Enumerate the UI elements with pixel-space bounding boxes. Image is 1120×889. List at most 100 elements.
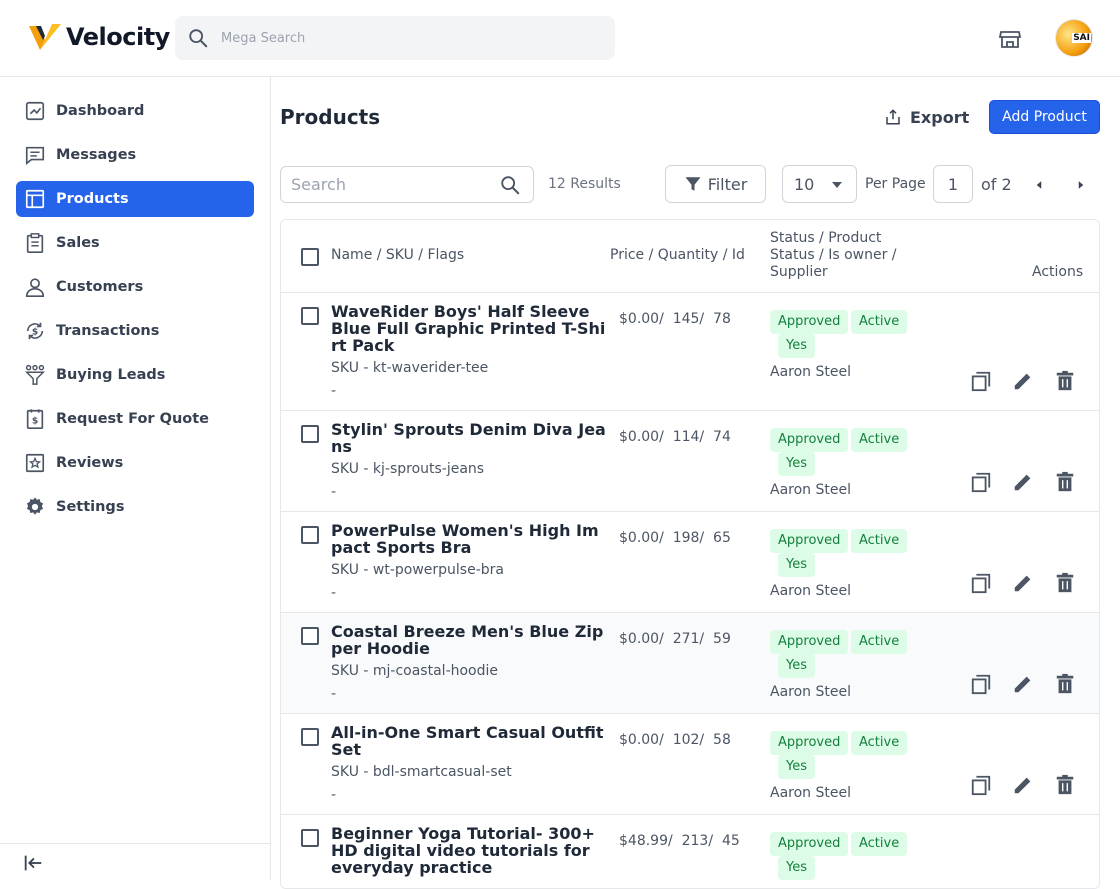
mega-search-input[interactable] bbox=[221, 30, 601, 46]
product-search-box[interactable] bbox=[280, 166, 534, 203]
duplicate-button[interactable] bbox=[970, 572, 992, 594]
product-flags: - bbox=[331, 686, 337, 702]
edit-button[interactable] bbox=[1012, 774, 1034, 796]
customers-icon bbox=[24, 276, 46, 298]
sidebar-item-request-for-quote[interactable]: $ Request For Quote bbox=[16, 401, 254, 437]
per-page-select[interactable]: 10 bbox=[782, 165, 857, 203]
sidebar-item-label: Transactions bbox=[56, 323, 160, 339]
edit-button[interactable] bbox=[1012, 572, 1034, 594]
duplicate-button[interactable] bbox=[970, 673, 992, 695]
collapse-sidebar-button[interactable] bbox=[22, 852, 44, 874]
delete-button[interactable] bbox=[1054, 471, 1076, 493]
header-name: Name / SKU / Flags bbox=[331, 247, 465, 263]
supplier-name: Aaron Steel bbox=[770, 482, 851, 498]
owner-badge: Yes bbox=[778, 334, 815, 358]
product-name[interactable]: Stylin' Sprouts Denim Diva Jeans bbox=[331, 421, 606, 455]
edit-button[interactable] bbox=[1012, 370, 1034, 392]
copy-icon bbox=[971, 472, 991, 493]
sidebar-item-dashboard[interactable]: Dashboard bbox=[16, 93, 254, 129]
add-product-button[interactable]: Add Product bbox=[989, 100, 1100, 134]
results-count: 12 Results bbox=[548, 176, 621, 192]
product-status-badge: Active bbox=[851, 310, 908, 334]
row-checkbox[interactable] bbox=[301, 425, 319, 443]
duplicate-button[interactable] bbox=[970, 471, 992, 493]
sidebar-item-settings[interactable]: Settings bbox=[16, 489, 254, 525]
product-name[interactable]: PowerPulse Women's High Impact Sports Br… bbox=[331, 522, 606, 556]
copy-icon bbox=[971, 674, 991, 695]
buying-leads-icon bbox=[24, 364, 46, 386]
brand-name: Velocity bbox=[66, 23, 170, 51]
product-name[interactable]: Coastal Breeze Men's Blue Zipper Hoodie bbox=[331, 623, 606, 657]
status-badge: Approved bbox=[770, 310, 849, 334]
sidebar-item-reviews[interactable]: Reviews bbox=[16, 445, 254, 481]
table-header: Name / SKU / Flags Price / Quantity / Id… bbox=[281, 220, 1099, 293]
product-status-badge: Active bbox=[851, 731, 908, 755]
search-icon[interactable] bbox=[499, 174, 521, 196]
product-sku: SKU - kj-sprouts-jeans bbox=[331, 461, 485, 477]
table-row[interactable]: Coastal Breeze Men's Blue Zipper Hoodie … bbox=[281, 613, 1099, 714]
sidebar-item-sales[interactable]: Sales bbox=[16, 225, 254, 261]
sidebar-item-transactions[interactable]: $ Transactions bbox=[16, 313, 254, 349]
export-label: Export bbox=[910, 107, 970, 127]
sidebar-item-label: Customers bbox=[56, 279, 144, 295]
previous-page-button[interactable] bbox=[1030, 176, 1048, 194]
sidebar-item-label: Reviews bbox=[56, 455, 124, 471]
product-flags: - bbox=[331, 383, 337, 399]
storefront-button[interactable] bbox=[998, 27, 1022, 51]
table-row[interactable]: Stylin' Sprouts Denim Diva Jeans SKU - k… bbox=[281, 411, 1099, 512]
status-badge: Approved bbox=[770, 731, 849, 755]
table-row[interactable]: Beginner Yoga Tutorial- 300+ HD digital … bbox=[281, 815, 1099, 888]
duplicate-button[interactable] bbox=[970, 774, 992, 796]
duplicate-button[interactable] bbox=[970, 370, 992, 392]
row-checkbox[interactable] bbox=[301, 829, 319, 847]
pencil-icon bbox=[1014, 676, 1031, 693]
price-quantity-id: $48.99/ 213/ 45 bbox=[619, 833, 740, 849]
product-name[interactable]: Beginner Yoga Tutorial- 300+ HD digital … bbox=[331, 825, 606, 876]
product-name[interactable]: All-in-One Smart Casual Outfit Set bbox=[331, 724, 606, 758]
product-search-input[interactable] bbox=[291, 175, 491, 194]
table-row[interactable]: All-in-One Smart Casual Outfit Set SKU -… bbox=[281, 714, 1099, 815]
table-row[interactable]: PowerPulse Women's High Impact Sports Br… bbox=[281, 512, 1099, 613]
filter-button[interactable]: Filter bbox=[665, 165, 766, 203]
product-status-badge: Active bbox=[851, 832, 908, 856]
settings-icon bbox=[24, 496, 46, 518]
status-badge: Approved bbox=[770, 428, 849, 452]
edit-button[interactable] bbox=[1012, 673, 1034, 695]
delete-button[interactable] bbox=[1054, 774, 1076, 796]
sidebar-item-products[interactable]: Products bbox=[16, 181, 254, 217]
product-sku: SKU - wt-powerpulse-bra bbox=[331, 562, 504, 578]
product-name[interactable]: WaveRider Boys' Half Sleeve Blue Full Gr… bbox=[331, 303, 606, 354]
sidebar-item-messages[interactable]: Messages bbox=[16, 137, 254, 173]
delete-button[interactable] bbox=[1054, 673, 1076, 695]
sidebar-footer bbox=[0, 843, 270, 880]
mega-search-bar[interactable] bbox=[175, 16, 615, 60]
delete-button[interactable] bbox=[1054, 572, 1076, 594]
row-checkbox[interactable] bbox=[301, 627, 319, 645]
pencil-icon bbox=[1014, 777, 1031, 794]
sidebar-item-label: Dashboard bbox=[56, 103, 145, 119]
delete-button[interactable] bbox=[1054, 370, 1076, 392]
price-quantity-id: $0.00/ 145/ 78 bbox=[619, 311, 731, 327]
sidebar-item-label: Products bbox=[56, 191, 129, 207]
owner-badge: Yes bbox=[778, 452, 815, 476]
table-row[interactable]: WaveRider Boys' Half Sleeve Blue Full Gr… bbox=[281, 293, 1099, 411]
user-avatar[interactable]: SAI bbox=[1055, 19, 1093, 57]
select-all-checkbox[interactable] bbox=[301, 248, 319, 266]
filter-icon bbox=[685, 177, 701, 191]
product-sku: SKU - kt-waverider-tee bbox=[331, 360, 489, 376]
pencil-icon bbox=[1014, 575, 1031, 592]
page-number-input[interactable] bbox=[933, 165, 973, 203]
sidebar-item-buying-leads[interactable]: Buying Leads bbox=[16, 357, 254, 393]
chevron-down-icon bbox=[832, 182, 842, 188]
row-checkbox[interactable] bbox=[301, 526, 319, 544]
row-checkbox[interactable] bbox=[301, 307, 319, 325]
sidebar-item-customers[interactable]: Customers bbox=[16, 269, 254, 305]
next-page-button[interactable] bbox=[1072, 176, 1090, 194]
row-checkbox[interactable] bbox=[301, 728, 319, 746]
edit-button[interactable] bbox=[1012, 471, 1034, 493]
header-actions: Actions bbox=[1032, 264, 1084, 280]
trash-icon bbox=[1056, 774, 1074, 795]
brand-logo[interactable]: Velocity bbox=[28, 22, 170, 52]
supplier-name: Aaron Steel bbox=[770, 684, 851, 700]
export-button[interactable]: Export bbox=[878, 100, 975, 134]
